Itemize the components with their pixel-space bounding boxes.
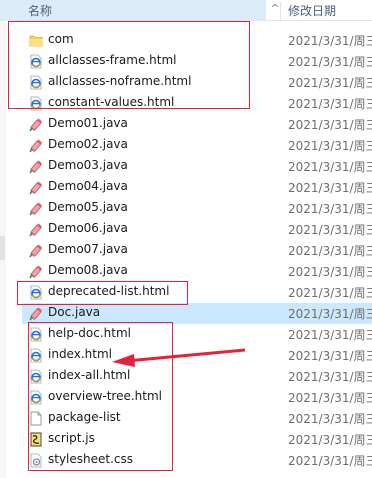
file-name: Demo07.java [48,242,128,256]
file-row[interactable]: Demo03.java 2021/3/31/周三 [0,156,372,177]
file-modified-date: 2021/3/31/周三 [288,328,372,342]
file-modified-date: 2021/3/31/周三 [288,55,372,69]
java-file-icon [29,159,43,174]
file-modified-date: 2021/3/31/周三 [288,349,372,363]
java-file-icon [29,306,43,321]
file-row[interactable]: Demo08.java 2021/3/31/周三 [0,261,372,282]
file-modified-date: 2021/3/31/周三 [288,223,372,237]
column-separator[interactable] [280,2,281,20]
annotation-box-deprecated [17,281,188,305]
file-name: Demo06.java [48,221,128,235]
file-modified-date: 2021/3/31/周三 [288,76,372,90]
file-modified-date: 2021/3/31/周三 [288,391,372,405]
file-name: Demo03.java [48,158,128,172]
file-modified-date: 2021/3/31/周三 [288,34,372,48]
file-modified-date: 2021/3/31/周三 [288,244,372,258]
column-header-name-label: 名称 [28,4,53,18]
java-file-icon [29,138,43,153]
file-modified-date: 2021/3/31/周三 [288,307,372,321]
file-modified-date: 2021/3/31/周三 [288,202,372,216]
column-header-bar: 名称 ^ 修改日期 [0,0,372,21]
file-modified-date: 2021/3/31/周三 [288,97,372,111]
java-file-icon [29,180,43,195]
java-file-icon [29,222,43,237]
file-modified-date: 2021/3/31/周三 [288,160,372,174]
file-name: Demo02.java [48,137,128,151]
column-header-date[interactable]: 修改日期 [288,2,336,19]
file-row[interactable]: Demo04.java 2021/3/31/周三 [0,177,372,198]
file-modified-date: 2021/3/31/周三 [288,265,372,279]
annotation-box-top [8,21,250,109]
file-row[interactable]: Demo02.java 2021/3/31/周三 [0,135,372,156]
file-name: Demo08.java [48,263,128,277]
java-file-icon [29,243,43,258]
file-modified-date: 2021/3/31/周三 [288,454,372,468]
annotation-arrow [112,348,245,367]
java-file-icon [29,117,43,132]
file-modified-date: 2021/3/31/周三 [288,433,372,447]
file-name: Demo05.java [48,200,128,214]
file-modified-date: 2021/3/31/周三 [288,370,372,384]
java-file-icon [29,264,43,279]
file-row[interactable]: Doc.java 2021/3/31/周三 [0,303,372,324]
file-row[interactable]: Demo05.java 2021/3/31/周三 [0,198,372,219]
file-name: Demo01.java [48,116,128,130]
file-modified-date: 2021/3/31/周三 [288,118,372,132]
java-file-icon [29,201,43,216]
file-name: Demo04.java [48,179,128,193]
file-modified-date: 2021/3/31/周三 [288,139,372,153]
file-modified-date: 2021/3/31/周三 [288,181,372,195]
file-name: Doc.java [48,305,101,319]
file-row[interactable]: Demo07.java 2021/3/31/周三 [0,240,372,261]
file-row[interactable]: Demo01.java 2021/3/31/周三 [0,114,372,135]
file-row[interactable]: Demo06.java 2021/3/31/周三 [0,219,372,240]
column-header-name[interactable]: 名称 [0,0,266,20]
file-modified-date: 2021/3/31/周三 [288,412,372,426]
file-modified-date: 2021/3/31/周三 [288,286,372,300]
